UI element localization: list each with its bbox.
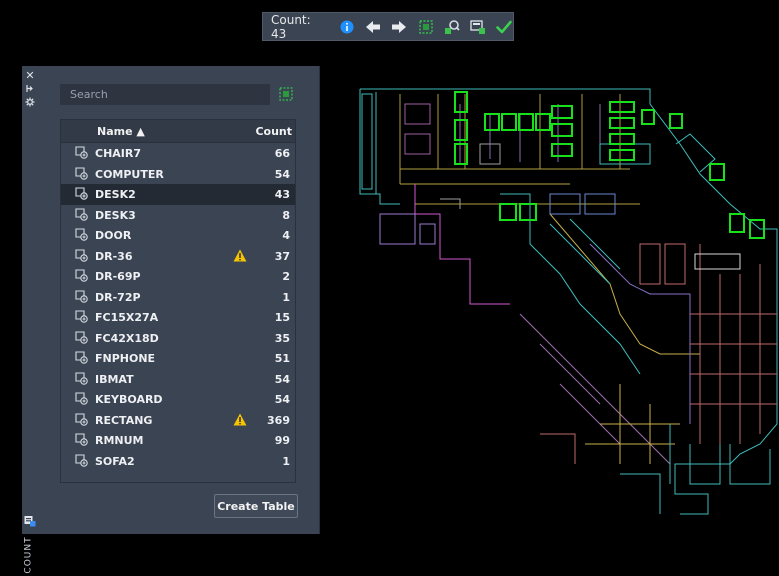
block-count: 54 xyxy=(274,372,290,386)
table-row[interactable]: FC15X27A 15 xyxy=(61,307,295,328)
block-icon xyxy=(75,269,89,285)
block-name: FC15X27A xyxy=(95,311,159,324)
block-name: DR-69P xyxy=(95,270,141,283)
block-count: 54 xyxy=(274,167,290,181)
block-count: 8 xyxy=(282,208,290,222)
block-count: 43 xyxy=(274,188,290,201)
floor-plan-drawing xyxy=(359,88,778,515)
create-table-button[interactable]: Create Table xyxy=(214,494,298,518)
block-icon xyxy=(75,310,89,326)
select-objects-icon[interactable] xyxy=(278,86,294,106)
block-icon xyxy=(75,453,89,470)
table-rows: CHAIR7 66 COMPUTER 54 DESK2 43 DESK3 8 DOOR 4 DR-3… xyxy=(61,143,295,471)
close-icon[interactable]: ✕ xyxy=(22,69,38,82)
select-objects-icon[interactable] xyxy=(417,18,434,36)
palette-title-strip: ✕ COUNT xyxy=(22,66,38,574)
block-name: CHAIR7 xyxy=(95,147,142,160)
block-count: 54 xyxy=(274,393,290,406)
block-name: DESK2 xyxy=(95,188,136,201)
table-row[interactable]: COMPUTER 54 xyxy=(61,164,295,185)
column-header-name[interactable]: Name ▲ xyxy=(97,125,145,138)
block-icon xyxy=(75,351,89,367)
block-icon xyxy=(75,187,89,203)
count-palette: Name ▲ Count CHAIR766COMPUTER54DESK243DE… xyxy=(38,66,320,534)
info-icon[interactable] xyxy=(338,18,355,36)
block-name: DR-72P xyxy=(95,290,141,304)
block-icon xyxy=(75,207,89,224)
table-row[interactable]: CHAIR7 66 xyxy=(61,143,295,164)
block-icon xyxy=(75,228,89,244)
table-row[interactable]: DR-69P 2 xyxy=(61,266,295,287)
block-name: SOFA2 xyxy=(95,454,135,468)
previous-arrow-icon[interactable] xyxy=(365,18,382,36)
table-row[interactable]: DOOR 4 xyxy=(61,225,295,246)
count-toolbar: Count: 43 xyxy=(262,12,514,41)
finish-checkmark-icon[interactable] xyxy=(496,18,513,36)
table-row[interactable]: DR-72P 1 xyxy=(61,287,295,308)
block-count: 15 xyxy=(274,311,290,324)
block-name: RMNUM xyxy=(95,434,144,447)
block-icon xyxy=(75,248,89,265)
drawing-canvas[interactable] xyxy=(320,44,779,535)
block-count: 35 xyxy=(274,331,290,345)
block-name: RECTANG xyxy=(95,413,153,427)
table-row[interactable]: IBMAT 54 xyxy=(61,369,295,390)
block-icon xyxy=(75,371,89,388)
block-icon xyxy=(75,289,89,306)
table-row[interactable]: RMNUM 99 xyxy=(61,430,295,451)
column-header-count[interactable]: Count xyxy=(255,125,292,138)
warning-icon[interactable] xyxy=(233,413,247,429)
search-row xyxy=(60,84,314,106)
block-count: 66 xyxy=(274,147,290,160)
auto-hide-icon[interactable] xyxy=(22,82,38,95)
block-name: IBMAT xyxy=(95,372,134,386)
table-row[interactable]: SOFA2 1 xyxy=(61,451,295,472)
properties-gear-icon[interactable] xyxy=(22,95,38,108)
block-name: DOOR xyxy=(95,229,132,242)
block-icon xyxy=(75,146,89,162)
table-row[interactable]: RECTANG 369 xyxy=(61,410,295,431)
table-row[interactable]: FC42X18D 35 xyxy=(61,328,295,349)
count-palette-icon xyxy=(24,512,36,531)
block-name: DESK3 xyxy=(95,208,136,222)
block-count: 1 xyxy=(282,454,290,468)
zoom-object-icon[interactable] xyxy=(443,18,460,36)
block-icon xyxy=(75,330,89,347)
block-count: 369 xyxy=(267,413,290,427)
table-row[interactable]: FNPHONE 51 xyxy=(61,348,295,369)
block-name: KEYBOARD xyxy=(95,393,163,406)
block-count: 1 xyxy=(282,290,290,304)
block-name: DR-36 xyxy=(95,249,133,263)
table-header: Name ▲ Count xyxy=(61,120,295,143)
insert-field-icon[interactable] xyxy=(470,18,487,36)
block-icon xyxy=(75,166,89,183)
table-row[interactable]: DESK2 43 xyxy=(61,184,295,205)
block-name: COMPUTER xyxy=(95,167,164,181)
block-icon xyxy=(75,412,89,429)
block-count: 37 xyxy=(274,249,290,263)
block-count: 51 xyxy=(274,352,290,365)
block-name: FC42X18D xyxy=(95,331,159,345)
block-count-table: Name ▲ Count CHAIR7 66 COMPUTER 54 DESK2 43 DE… xyxy=(60,119,296,483)
count-label: Count: 43 xyxy=(271,12,311,41)
table-row[interactable]: KEYBOARD 54 xyxy=(61,389,295,410)
block-name: FNPHONE xyxy=(95,352,156,365)
block-icon xyxy=(75,433,89,449)
next-arrow-icon[interactable] xyxy=(391,18,408,36)
warning-icon[interactable] xyxy=(233,249,247,265)
table-row[interactable]: DESK3 8 xyxy=(61,205,295,226)
palette-title: COUNT xyxy=(23,536,34,574)
block-count: 4 xyxy=(282,229,290,242)
table-row[interactable]: DR-36 37 xyxy=(61,246,295,267)
block-count: 99 xyxy=(274,434,290,447)
block-count: 2 xyxy=(282,270,290,283)
search-input[interactable] xyxy=(60,84,270,105)
block-icon xyxy=(75,392,89,408)
